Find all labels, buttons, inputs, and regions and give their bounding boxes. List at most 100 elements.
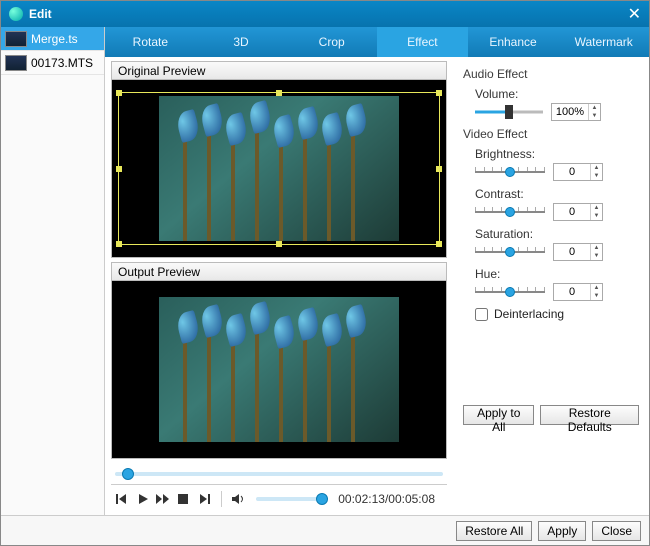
- file-thumb: [5, 55, 27, 71]
- time-display: 00:02:13/00:05:08: [338, 492, 443, 506]
- apply-to-all-button[interactable]: Apply to All: [463, 405, 534, 425]
- saturation-spinner[interactable]: ▲▼: [553, 243, 603, 261]
- preview-column: Original Preview: [105, 57, 453, 515]
- output-preview-label: Output Preview: [111, 262, 447, 281]
- brightness-slider[interactable]: [475, 165, 545, 179]
- crop-handle-tl[interactable]: [116, 90, 122, 96]
- tab-watermark[interactable]: Watermark: [558, 27, 649, 57]
- close-button[interactable]: Close: [592, 521, 641, 541]
- app-icon: [9, 7, 23, 21]
- original-preview-label: Original Preview: [111, 61, 447, 80]
- brightness-input[interactable]: [554, 164, 590, 180]
- output-preview: [111, 281, 447, 459]
- audio-volume-spinner[interactable]: ▲▼: [551, 103, 601, 121]
- audio-volume-input[interactable]: [552, 104, 588, 120]
- restore-defaults-button[interactable]: Restore Defaults: [540, 405, 639, 425]
- tab-enhance[interactable]: Enhance: [468, 27, 559, 57]
- window-title: Edit: [29, 7, 52, 21]
- crop-handle-b[interactable]: [276, 241, 282, 247]
- spin-up-icon[interactable]: ▲: [589, 104, 600, 112]
- work-area: Original Preview: [105, 57, 649, 515]
- tab-3d[interactable]: 3D: [196, 27, 287, 57]
- volume-thumb[interactable]: [316, 493, 328, 505]
- volume-icon[interactable]: [232, 491, 246, 507]
- hue-label: Hue:: [475, 267, 639, 281]
- frame-art: [159, 297, 399, 442]
- footer: Restore All Apply Close: [1, 515, 649, 545]
- hue-knob[interactable]: [505, 287, 515, 297]
- file-item-merge[interactable]: Merge.ts: [1, 27, 104, 51]
- crop-handle-bl[interactable]: [116, 241, 122, 247]
- prev-button[interactable]: [115, 491, 129, 507]
- spin-up-icon[interactable]: ▲: [591, 164, 602, 172]
- seek-slider[interactable]: [115, 472, 443, 476]
- video-frame: [159, 96, 399, 241]
- spin-down-icon[interactable]: ▼: [589, 112, 600, 120]
- deinterlace-input[interactable]: [475, 308, 488, 321]
- seek-thumb[interactable]: [122, 468, 134, 480]
- brightness-knob[interactable]: [505, 167, 515, 177]
- volume-label: Volume:: [475, 87, 639, 101]
- file-list: Merge.ts 00173.MTS: [1, 27, 105, 515]
- tab-rotate[interactable]: Rotate: [105, 27, 196, 57]
- tab-bar: Rotate 3D Crop Effect Enhance Watermark: [105, 27, 649, 57]
- hue-input[interactable]: [554, 284, 590, 300]
- effects-panel: Audio Effect Volume: ▲▼: [453, 57, 649, 515]
- deinterlace-checkbox[interactable]: Deinterlacing: [475, 307, 639, 321]
- saturation-input[interactable]: [554, 244, 590, 260]
- spin-up-icon[interactable]: ▲: [591, 284, 602, 292]
- divider: [221, 491, 222, 507]
- spin-up-icon[interactable]: ▲: [591, 204, 602, 212]
- saturation-label: Saturation:: [475, 227, 639, 241]
- hue-spinner[interactable]: ▲▼: [553, 283, 603, 301]
- contrast-spinner[interactable]: ▲▼: [553, 203, 603, 221]
- file-item-00173[interactable]: 00173.MTS: [1, 51, 104, 75]
- play-button[interactable]: [135, 491, 149, 507]
- close-icon[interactable]: ✕: [628, 4, 641, 24]
- contrast-label: Contrast:: [475, 187, 639, 201]
- stop-button[interactable]: [176, 491, 190, 507]
- file-name: 00173.MTS: [31, 56, 93, 70]
- contrast-slider[interactable]: [475, 205, 545, 219]
- spin-up-icon[interactable]: ▲: [591, 244, 602, 252]
- tab-effect[interactable]: Effect: [377, 27, 468, 57]
- crop-handle-tr[interactable]: [436, 90, 442, 96]
- audio-volume-knob[interactable]: [505, 105, 513, 119]
- ffwd-button[interactable]: [156, 491, 170, 507]
- titlebar: Edit ✕: [1, 1, 649, 27]
- frame-art: [159, 96, 399, 241]
- crop-handle-l[interactable]: [116, 166, 122, 172]
- spin-down-icon[interactable]: ▼: [591, 292, 602, 300]
- brightness-label: Brightness:: [475, 147, 639, 161]
- brightness-spinner[interactable]: ▲▼: [553, 163, 603, 181]
- restore-all-button[interactable]: Restore All: [456, 521, 532, 541]
- video-effect-heading: Video Effect: [463, 127, 639, 141]
- original-preview: [111, 80, 447, 258]
- audio-effect-heading: Audio Effect: [463, 67, 639, 81]
- hue-slider[interactable]: [475, 285, 545, 299]
- main-panel: Rotate 3D Crop Effect Enhance Watermark …: [105, 27, 649, 515]
- contrast-input[interactable]: [554, 204, 590, 220]
- apply-button[interactable]: Apply: [538, 521, 586, 541]
- deinterlace-label: Deinterlacing: [494, 307, 564, 321]
- next-button[interactable]: [197, 491, 211, 507]
- crop-handle-r[interactable]: [436, 166, 442, 172]
- transport-bar: 00:02:13/00:05:08: [111, 484, 447, 513]
- crop-handle-br[interactable]: [436, 241, 442, 247]
- video-frame: [159, 297, 399, 442]
- tab-crop[interactable]: Crop: [286, 27, 377, 57]
- contrast-knob[interactable]: [505, 207, 515, 217]
- audio-volume-slider[interactable]: [475, 107, 543, 117]
- time-total: 00:05:08: [388, 492, 435, 506]
- spin-down-icon[interactable]: ▼: [591, 252, 602, 260]
- saturation-knob[interactable]: [505, 247, 515, 257]
- body: Merge.ts 00173.MTS Rotate 3D Crop Effect…: [1, 27, 649, 515]
- edit-window: Edit ✕ Merge.ts 00173.MTS Rotate 3D Crop…: [0, 0, 650, 546]
- file-name: Merge.ts: [31, 32, 78, 46]
- saturation-slider[interactable]: [475, 245, 545, 259]
- spin-down-icon[interactable]: ▼: [591, 212, 602, 220]
- file-thumb: [5, 31, 27, 47]
- volume-slider[interactable]: [256, 497, 328, 501]
- spin-down-icon[interactable]: ▼: [591, 172, 602, 180]
- time-current: 00:02:13: [338, 492, 385, 506]
